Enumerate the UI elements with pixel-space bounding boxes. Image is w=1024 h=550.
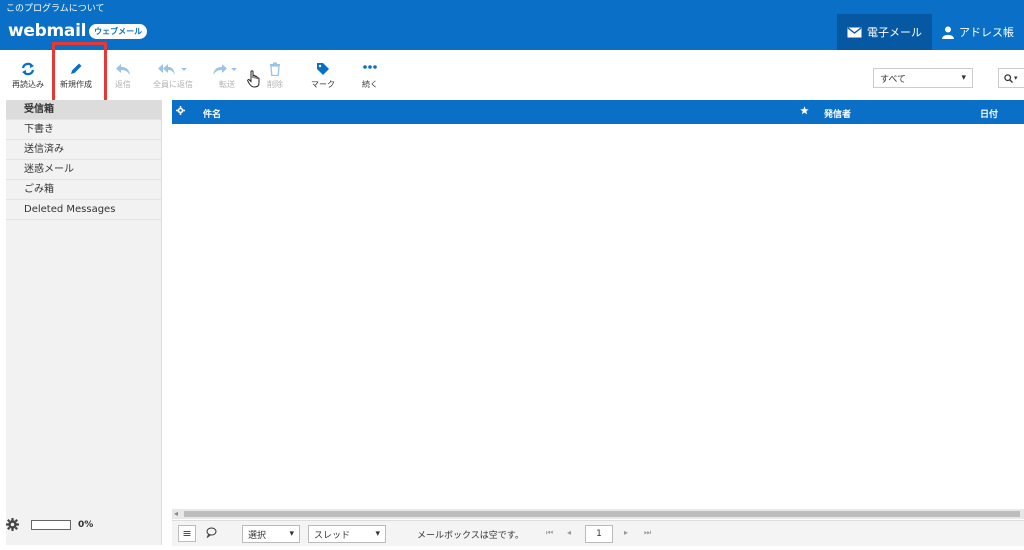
- speech-bubble-icon[interactable]: [206, 527, 217, 538]
- toolbar: 再読込み 新規作成 返信 全員に返信 転送 削除 マーク 続く: [0, 50, 1024, 100]
- logo: webmail ウェブメール: [8, 21, 148, 41]
- chevron-down-icon: ▾: [1014, 74, 1018, 82]
- refresh-button-label: 再読込み: [12, 80, 44, 89]
- filter-select-value: すべて: [880, 74, 907, 85]
- about-link[interactable]: このプログラムについて: [6, 1, 104, 14]
- delete-button-label: 削除: [267, 80, 283, 89]
- more-button-label: 続く: [362, 80, 378, 89]
- nav-addressbook-label: アドレス帳: [959, 26, 1014, 39]
- select-dropdown[interactable]: 選択 ▾: [242, 525, 300, 543]
- flag-star-icon[interactable]: [800, 106, 809, 118]
- folder-deleted-messages[interactable]: Deleted Messages: [6, 200, 161, 220]
- reply-all-button[interactable]: 全員に返信: [151, 62, 195, 90]
- person-icon: [942, 26, 954, 39]
- folder-sent[interactable]: 送信済み: [6, 140, 161, 160]
- quota-bar: [31, 519, 71, 530]
- header-bar: このプログラムについて webmail ウェブメール 電子メール アドレス帳: [0, 0, 1024, 50]
- forward-icon: [213, 64, 237, 75]
- select-dropdown-label: 選択: [248, 530, 267, 541]
- top-nav: 電子メール アドレス帳: [837, 14, 1024, 50]
- list-options-gear-icon[interactable]: [176, 106, 185, 118]
- horizontal-scrollbar[interactable]: ◂: [172, 509, 1024, 519]
- scroll-left-arrow-icon[interactable]: ◂: [174, 509, 178, 518]
- envelope-icon: [847, 26, 862, 37]
- page-number-input[interactable]: 1: [585, 525, 613, 543]
- prev-page-icon[interactable]: ◂: [567, 528, 571, 537]
- mailbox-status: メールボックスは空です。: [417, 531, 524, 541]
- folder-junk[interactable]: 迷惑メール: [6, 160, 161, 180]
- logo-badge: ウェブメール: [89, 23, 148, 39]
- nav-mail-label: 電子メール: [867, 26, 922, 39]
- thread-dropdown-label: スレッド: [314, 530, 351, 541]
- gear-icon[interactable]: [6, 518, 19, 531]
- message-list-body: [172, 124, 1024, 509]
- chevron-down-icon: ▾: [961, 73, 966, 83]
- more-dots-icon: [363, 65, 377, 69]
- folder-sidebar: 受信箱 下書き 送信済み 迷惑メール ごみ箱 Deleted Messages: [6, 100, 162, 545]
- reply-all-button-label: 全員に返信: [153, 80, 193, 89]
- chevron-down-icon: ▾: [289, 529, 294, 539]
- nav-mail[interactable]: 電子メール: [837, 14, 932, 50]
- forward-button-label: 転送: [219, 80, 235, 89]
- reply-icon: [116, 64, 130, 75]
- tag-icon: [317, 63, 329, 75]
- mark-button[interactable]: マーク: [301, 62, 345, 90]
- mark-button-label: マーク: [311, 80, 335, 89]
- next-page-icon[interactable]: ▸: [624, 528, 628, 537]
- trash-icon: [270, 62, 280, 76]
- filter-select[interactable]: すべて ▾: [873, 68, 973, 88]
- refresh-icon: [21, 62, 35, 76]
- message-list-header: 件名 発信者 日付: [172, 100, 1024, 124]
- more-button[interactable]: 続く: [348, 62, 392, 90]
- refresh-button[interactable]: 再読込み: [6, 62, 50, 90]
- chevron-down-icon: ▾: [375, 529, 380, 539]
- reply-button[interactable]: 返信: [101, 62, 145, 90]
- folder-inbox[interactable]: 受信箱: [6, 100, 161, 120]
- folder-drafts[interactable]: 下書き: [6, 120, 161, 140]
- nav-addressbook[interactable]: アドレス帳: [932, 14, 1024, 50]
- thread-dropdown[interactable]: スレッド ▾: [308, 525, 386, 543]
- column-subject[interactable]: 件名: [203, 107, 221, 120]
- column-from[interactable]: 発信者: [824, 107, 851, 120]
- list-footer: ≡ 選択 ▾ スレッド ▾ メールボックスは空です。 ⏮ ◂ 1 ▸ ⏭: [172, 520, 1024, 546]
- reply-all-icon: [158, 64, 187, 75]
- search-options-button[interactable]: ▾: [998, 68, 1024, 88]
- column-date[interactable]: 日付: [980, 107, 998, 120]
- scrollbar-thumb[interactable]: [184, 511, 1020, 517]
- forward-button[interactable]: 転送: [205, 62, 249, 90]
- folder-trash[interactable]: ごみ箱: [6, 180, 161, 200]
- sidebar-footer: 0%: [6, 518, 93, 531]
- hamburger-icon: ≡: [182, 527, 192, 540]
- quota-percent: 0%: [78, 519, 94, 530]
- last-page-icon[interactable]: ⏭: [644, 528, 651, 538]
- first-page-icon[interactable]: ⏮: [546, 528, 553, 538]
- search-icon: [1004, 73, 1013, 83]
- logo-text: webmail: [8, 21, 87, 41]
- list-menu-button[interactable]: ≡: [178, 525, 196, 542]
- reply-button-label: 返信: [115, 80, 131, 89]
- hand-cursor-icon: [247, 70, 260, 88]
